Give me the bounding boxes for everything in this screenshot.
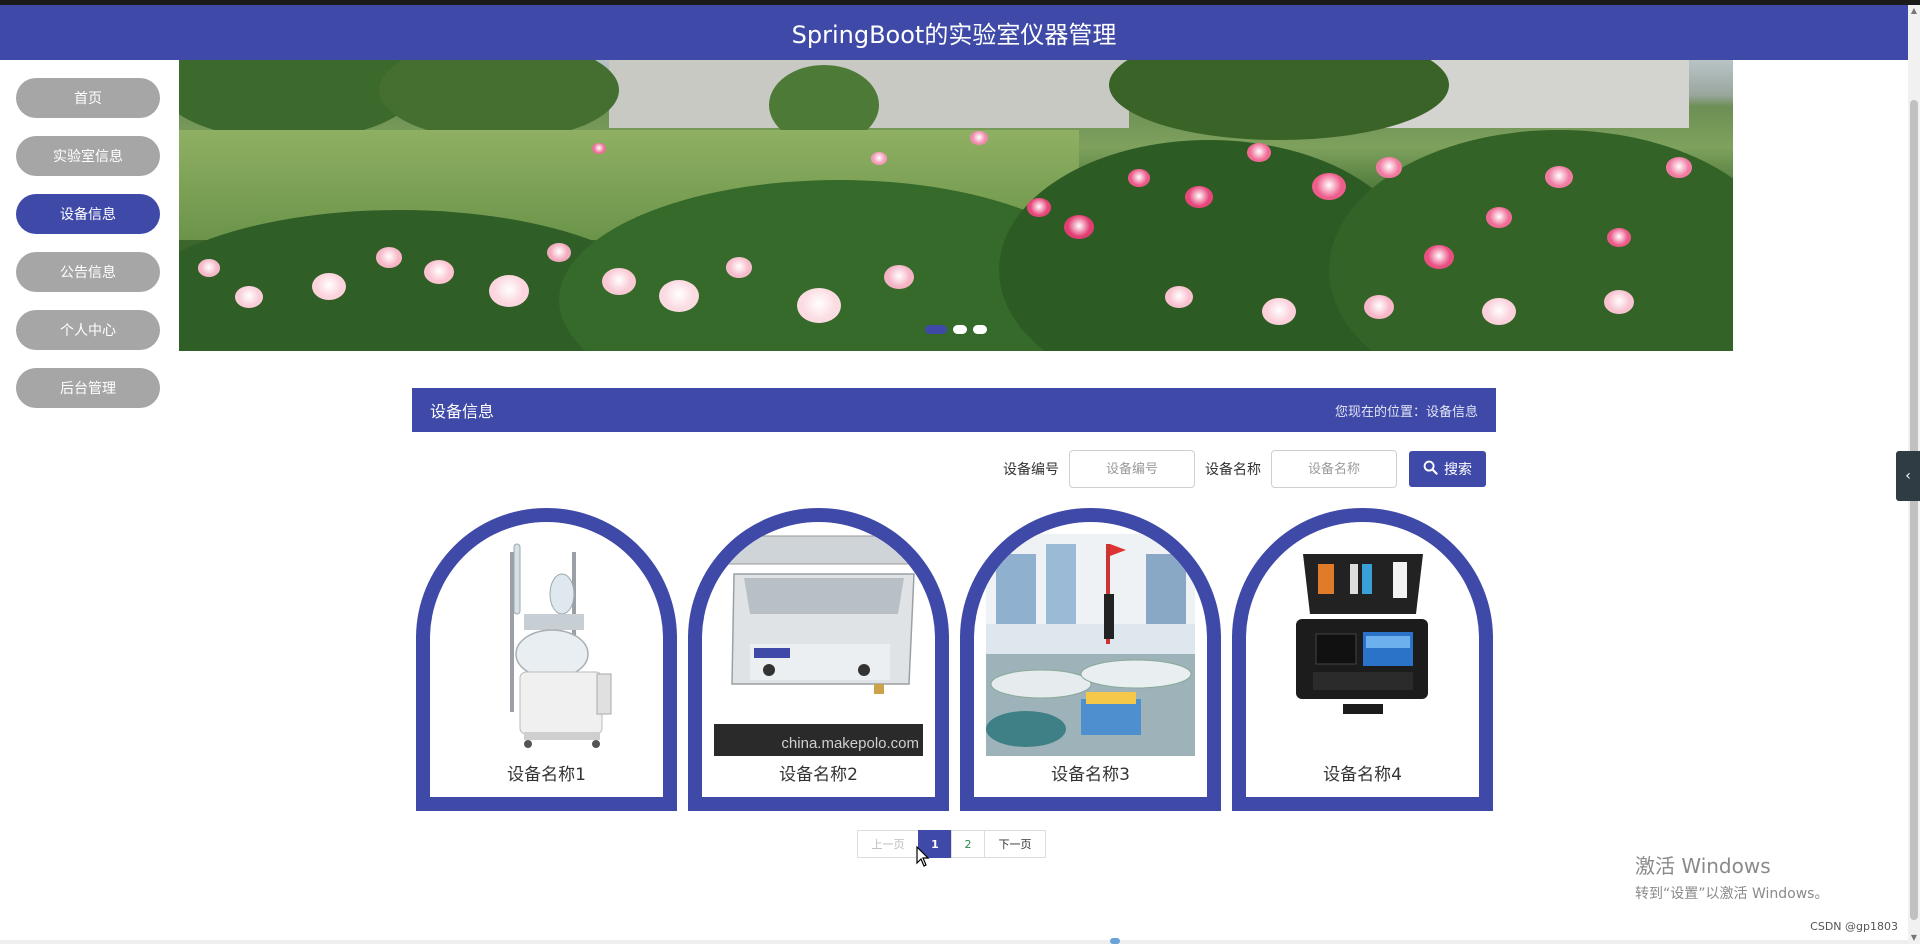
- peony-flower: [198, 259, 220, 277]
- peony-flower: [726, 257, 752, 278]
- sidebar-item-label: 后台管理: [60, 381, 116, 397]
- device-image-test-kit-case: [1258, 534, 1467, 756]
- carousel-indicators: [925, 325, 987, 334]
- peony-flower: [489, 275, 529, 307]
- device-image-glass-reactor: [442, 534, 651, 756]
- sidebar-item-home[interactable]: 首页: [16, 78, 160, 118]
- activation-title: 激活 Windows: [1635, 854, 1771, 878]
- peony-flower: [1312, 173, 1346, 201]
- sidebar-item-announcements[interactable]: 公告信息: [16, 252, 160, 292]
- device-card[interactable]: 设备名称4: [1232, 508, 1493, 811]
- device-name: 设备名称1: [507, 765, 586, 785]
- prev-page-button[interactable]: 上一页: [857, 830, 919, 858]
- banner-tree: [379, 60, 619, 140]
- peony-flower: [1364, 295, 1394, 319]
- peony-flower: [1482, 298, 1516, 326]
- banner-tree: [1109, 60, 1449, 140]
- device-card-list: 设备名称1 china.makepolo.com 设备名称2 设备名称3 设备名…: [416, 508, 1493, 811]
- sidebar-item-label: 设备信息: [60, 207, 116, 223]
- device-code-input[interactable]: [1069, 450, 1195, 488]
- sidebar-item-personal-center[interactable]: 个人中心: [16, 310, 160, 350]
- peony-flower: [602, 268, 636, 296]
- bottom-edge: [0, 940, 1908, 944]
- peony-flower: [1128, 169, 1150, 187]
- peony-flower: [1262, 298, 1296, 326]
- peony-flower: [1247, 143, 1271, 163]
- app-header: SpringBoot的实验室仪器管理: [0, 5, 1908, 60]
- device-card-body: china.makepolo.com 设备名称2: [702, 522, 935, 797]
- carousel-dot-2[interactable]: [953, 325, 967, 334]
- mouse-cursor-icon: [916, 845, 930, 872]
- csdn-watermark: CSDN @gp1803: [1810, 920, 1898, 933]
- device-card[interactable]: 设备名称3: [960, 508, 1221, 811]
- activation-subtitle: 转到“设置”以激活 Windows。: [1635, 886, 1829, 902]
- pagination: 上一页 1 2 下一页: [857, 830, 1046, 858]
- device-name: 设备名称4: [1323, 765, 1402, 785]
- sidebar-item-label: 公告信息: [60, 265, 116, 281]
- device-card[interactable]: china.makepolo.com 设备名称2: [688, 508, 949, 811]
- search-button-label: 搜索: [1444, 462, 1472, 478]
- peony-flower: [884, 265, 914, 289]
- peony-flower: [547, 243, 571, 263]
- peony-flower: [376, 247, 402, 268]
- peony-flower: [312, 273, 346, 301]
- carousel-dot-3[interactable]: [973, 325, 987, 334]
- next-page-button[interactable]: 下一页: [984, 830, 1046, 858]
- section-title: 设备信息: [430, 402, 495, 421]
- device-name: 设备名称2: [779, 765, 858, 785]
- device-name: 设备名称3: [1051, 765, 1130, 785]
- bottom-indicator: [1110, 938, 1120, 944]
- windows-activation-notice: 激活 Windows 转到“设置”以激活 Windows。: [1635, 850, 1828, 903]
- carousel-dot-1[interactable]: [925, 325, 947, 334]
- device-image-ultrasonic-cleaner: china.makepolo.com: [714, 534, 923, 756]
- app-title: SpringBoot的实验室仪器管理: [791, 21, 1117, 49]
- search-icon: [1423, 460, 1438, 479]
- sidebar-nav: 首页 实验室信息 设备信息 公告信息 个人中心 后台管理: [16, 78, 160, 426]
- sidebar-item-admin[interactable]: 后台管理: [16, 368, 160, 408]
- scroll-up-arrow-icon[interactable]: ▲: [1908, 5, 1920, 17]
- peony-flower: [1604, 290, 1634, 314]
- side-panel-toggle[interactable]: ‹: [1896, 451, 1920, 501]
- device-card-body: 设备名称3: [974, 522, 1207, 797]
- scroll-thumb[interactable]: [1910, 100, 1918, 920]
- device-image-caption: china.makepolo.com: [781, 735, 919, 752]
- chevron-left-icon: ‹: [1905, 468, 1911, 484]
- device-card-body: 设备名称1: [430, 522, 663, 797]
- banner-carousel[interactable]: [179, 60, 1733, 351]
- peony-flower: [1376, 157, 1402, 178]
- device-name-input[interactable]: [1271, 450, 1397, 488]
- device-image-lab-room: [986, 534, 1195, 756]
- sidebar-item-lab-info[interactable]: 实验室信息: [16, 136, 160, 176]
- peony-flower: [1607, 228, 1631, 248]
- search-button[interactable]: 搜索: [1409, 451, 1486, 487]
- peony-flower: [659, 280, 699, 312]
- device-code-label: 设备编号: [1003, 462, 1059, 478]
- sidebar-item-label: 首页: [74, 91, 102, 107]
- peony-flower: [1424, 245, 1454, 269]
- breadcrumb: 您现在的位置：设备信息: [1334, 404, 1478, 420]
- section-header: 设备信息 您现在的位置：设备信息: [412, 388, 1496, 432]
- peony-flower: [871, 152, 887, 165]
- peony-flower: [1486, 207, 1512, 228]
- peony-flower: [424, 260, 454, 284]
- device-card[interactable]: 设备名称1: [416, 508, 677, 811]
- peony-flower: [797, 288, 841, 324]
- device-card-body: 设备名称4: [1246, 522, 1479, 797]
- search-bar: 设备编号 设备名称 搜索: [1003, 450, 1486, 488]
- sidebar-item-device-info[interactable]: 设备信息: [16, 194, 160, 234]
- device-name-label: 设备名称: [1205, 462, 1261, 478]
- scroll-down-arrow-icon[interactable]: ▼: [1908, 932, 1920, 944]
- page-button-2[interactable]: 2: [951, 830, 985, 858]
- peony-flower: [1666, 157, 1692, 178]
- peony-flower: [1064, 215, 1094, 239]
- peony-flower: [1027, 198, 1051, 218]
- sidebar-item-label: 实验室信息: [53, 149, 123, 165]
- sidebar-item-label: 个人中心: [60, 323, 116, 339]
